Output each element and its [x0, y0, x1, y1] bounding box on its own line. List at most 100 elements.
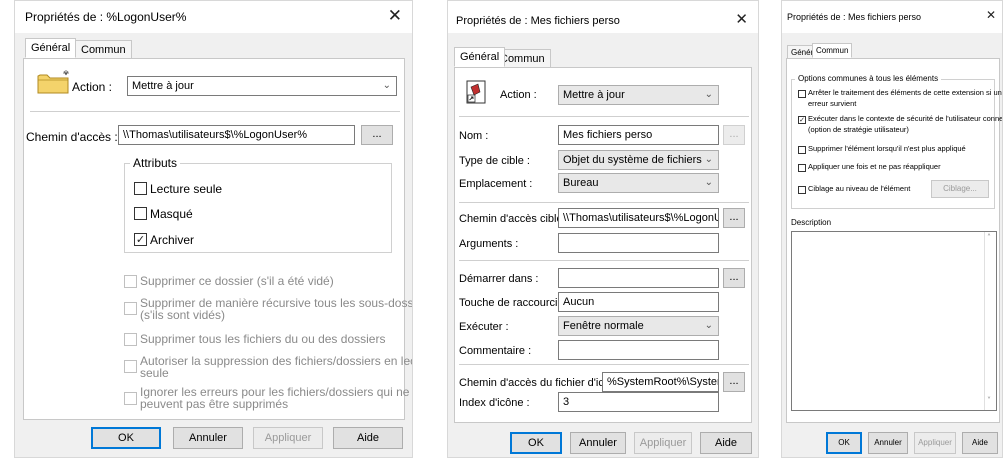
browse-path-button[interactable]: ... — [361, 125, 393, 145]
comment-input[interactable] — [558, 340, 719, 360]
start-in-input[interactable] — [558, 268, 719, 288]
description-textarea[interactable] — [791, 231, 997, 411]
ok-button[interactable]: OK — [91, 427, 161, 449]
checkbox-run-as-user[interactable]: ✓ — [798, 116, 806, 124]
option-allow-readonly-line2: seule — [140, 366, 169, 380]
path-label: Chemin d'accès : — [26, 130, 118, 144]
action-value: Mettre à jour — [563, 89, 625, 101]
option-apply-once: Appliquer une fois et ne pas réappliquer — [808, 162, 941, 171]
icon-index-input[interactable]: 3 — [558, 392, 719, 412]
apply-button[interactable]: Appliquer — [634, 432, 692, 454]
run-label: Exécuter : — [459, 321, 509, 333]
target-type-value: Objet du système de fichiers — [563, 154, 702, 166]
action-select[interactable]: Mettre à jour ⌄ — [127, 76, 397, 96]
arguments-label: Arguments : — [459, 238, 519, 250]
option-stop-on-error-line1: Arrêter le traitement des éléments de ce… — [808, 88, 1003, 97]
chevron-down-icon: ⌄ — [704, 89, 713, 100]
ok-button[interactable]: OK — [826, 432, 862, 454]
checkbox-apply-once[interactable] — [798, 164, 806, 172]
attributes-title: Attributs — [130, 156, 181, 170]
dialog-logonuser: Propriétés de : %LogonUser% ✕ Général Co… — [14, 0, 413, 458]
checkbox-remove-when-not-applied[interactable] — [798, 146, 806, 154]
separator — [459, 364, 749, 365]
dialog-title: Propriétés de : Mes fichiers perso — [787, 12, 922, 22]
chevron-down-icon: ⌄ — [704, 177, 713, 188]
shortcut-key-input[interactable]: Aucun — [558, 292, 719, 312]
checkbox-stop-on-error[interactable] — [798, 90, 806, 98]
apply-button[interactable]: Appliquer — [253, 427, 323, 449]
browse-icon-button[interactable]: ... — [723, 372, 745, 392]
help-button[interactable]: Aide — [962, 432, 998, 454]
title-bar: Propriétés de : Mes fichiers perso ✕ — [782, 1, 1002, 33]
icon-path-input[interactable]: %SystemRoot%\System32\S — [602, 372, 719, 392]
location-label: Emplacement : — [459, 178, 533, 190]
path-input[interactable]: \\Thomas\utilisateurs$\%LogonUser% — [118, 125, 355, 145]
action-select[interactable]: Mettre à jour ⌄ — [558, 85, 719, 105]
browse-target-button[interactable]: ... — [723, 208, 745, 228]
checkbox-archive[interactable]: ✓ — [134, 233, 147, 246]
attribute-label-hidden: Masqué — [150, 207, 193, 221]
chevron-down-icon: ⌄ — [704, 320, 713, 331]
check-icon: ✓ — [799, 116, 805, 124]
option-delete-folder: Supprimer ce dossier (s'il a été vidé) — [140, 274, 334, 288]
run-select[interactable]: Fenêtre normale ⌄ — [558, 316, 719, 336]
title-bar: Propriétés de : Mes fichiers perso ✕ — [448, 1, 758, 33]
option-run-as-user-line1: Exécuter dans le contexte de sécurité de… — [808, 114, 1003, 123]
help-button[interactable]: Aide — [333, 427, 403, 449]
run-value: Fenêtre normale — [563, 320, 644, 332]
checkbox-delete-folder[interactable] — [124, 275, 137, 288]
scroll-down-icon[interactable]: ˅ — [987, 396, 991, 405]
close-icon[interactable]: ✕ — [986, 8, 996, 22]
separator — [30, 111, 400, 112]
browse-name-button[interactable]: ... — [723, 125, 745, 145]
attribute-label-read-only: Lecture seule — [150, 182, 223, 196]
cancel-button[interactable]: Annuler — [570, 432, 626, 454]
attribute-label-archive: Archiver — [150, 233, 195, 247]
checkbox-read-only[interactable] — [134, 182, 147, 195]
checkbox-item-targeting[interactable] — [798, 186, 806, 194]
name-input[interactable]: Mes fichiers perso — [558, 125, 719, 145]
tab-common[interactable]: Commun — [75, 40, 132, 60]
tab-general[interactable]: Général — [25, 38, 77, 58]
checkbox-delete-all-files[interactable] — [124, 333, 137, 346]
help-button[interactable]: Aide — [700, 432, 752, 454]
scrollbar[interactable]: ˄ ˅ — [984, 232, 996, 410]
location-value: Bureau — [563, 177, 599, 189]
tab-general[interactable]: Général — [454, 47, 506, 67]
cancel-button[interactable]: Annuler — [868, 432, 908, 454]
option-stop-on-error-line2: erreur survient — [808, 99, 857, 108]
action-label: Action : — [500, 89, 537, 101]
location-select[interactable]: Bureau ⌄ — [558, 173, 719, 193]
shortcut-icon — [466, 80, 486, 104]
close-icon[interactable]: ✕ — [388, 6, 402, 26]
folder-icon — [37, 70, 69, 94]
target-type-label: Type de cible : — [459, 155, 530, 167]
cancel-button[interactable]: Annuler — [173, 427, 243, 449]
checkbox-ignore-errors[interactable] — [124, 392, 137, 405]
targeting-button[interactable]: Ciblage... — [931, 180, 989, 198]
ok-button[interactable]: OK — [510, 432, 562, 454]
description-label: Description — [791, 218, 832, 227]
action-value: Mettre à jour — [132, 80, 194, 92]
apply-button[interactable]: Appliquer — [914, 432, 956, 454]
browse-start-in-button[interactable]: ... — [723, 268, 745, 288]
general-panel: Action : Mettre à jour ⌄ Nom : Mes fichi… — [454, 67, 752, 423]
icon-index-label: Index d'icône : — [459, 397, 530, 409]
tab-common[interactable]: Commun — [812, 43, 853, 58]
close-icon[interactable]: ✕ — [735, 10, 748, 28]
chevron-down-icon: ⌄ — [704, 154, 713, 165]
option-ignore-errors-line2: peuvent pas être supprimés — [140, 397, 289, 411]
checkbox-hidden[interactable] — [134, 207, 147, 220]
checkbox-allow-readonly-delete[interactable] — [124, 360, 137, 373]
scroll-up-icon[interactable]: ˄ — [987, 233, 991, 242]
option-delete-all-files: Supprimer tous les fichiers du ou des do… — [140, 332, 386, 346]
common-options-title: Options communes à tous les éléments — [795, 74, 942, 83]
shortcut-key-label: Touche de raccourci : — [459, 297, 564, 309]
check-icon: ✓ — [135, 233, 146, 246]
option-remove-when-not-applied: Supprimer l'élément lorsqu'il n'est plus… — [808, 144, 966, 153]
target-type-select[interactable]: Objet du système de fichiers ⌄ — [558, 150, 719, 170]
arguments-input[interactable] — [558, 233, 719, 253]
checkbox-delete-recursive[interactable] — [124, 302, 137, 315]
dialog-shortcut-common: Propriétés de : Mes fichiers perso ✕ Gén… — [781, 0, 1003, 458]
target-path-input[interactable]: \\Thomas\utilisateurs$\%LogonUser% — [558, 208, 719, 228]
